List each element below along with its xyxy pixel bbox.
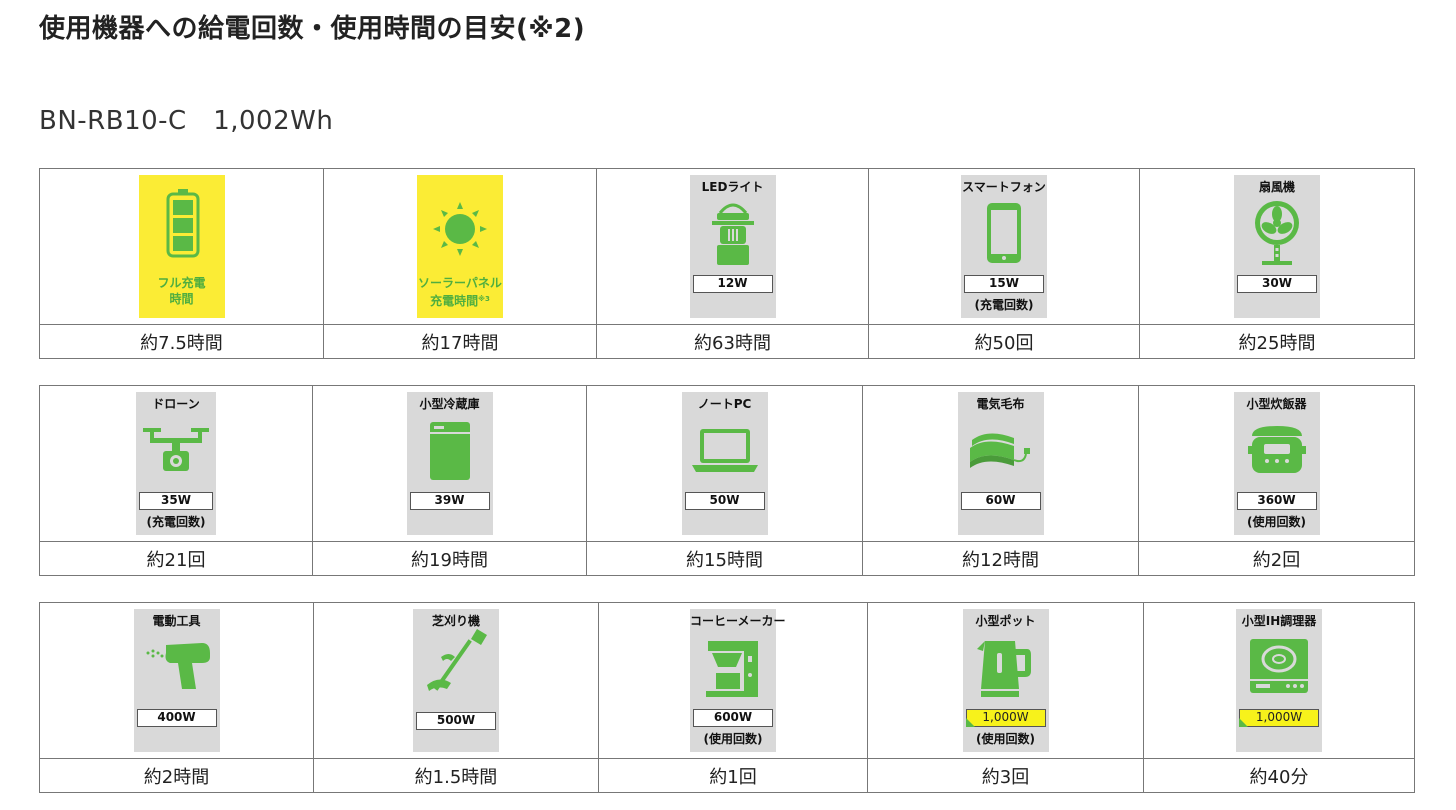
device-name: 電動工具: [152, 614, 201, 628]
device-value: 約19時間: [312, 541, 587, 576]
device-name: ドローン: [152, 397, 200, 411]
tile: フル充電 時間: [138, 175, 225, 318]
tile: 小型IH調理器 1,000W: [1236, 609, 1322, 752]
device-card-ih: 小型IH調理器 1,000W: [1143, 602, 1415, 759]
model-capacity: BN-RB10-C 1,002Wh: [39, 106, 334, 136]
usage-note: (使用回数): [703, 732, 763, 746]
device-name: 小型ポット: [975, 614, 1036, 628]
tile: 小型冷蔵庫 39W: [406, 392, 493, 535]
wattage: 600W: [693, 709, 773, 727]
wattage: 60W: [960, 492, 1041, 510]
device-value: 約63時間: [596, 324, 869, 359]
wattage: 1,000W: [965, 709, 1046, 727]
fan-icon: [1255, 201, 1299, 265]
device-card-led-light: LEDライト 12W: [596, 168, 869, 325]
device-card-coffee: コーヒーメーカー 600W (使用回数): [598, 602, 868, 759]
device-name: 小型IH調理器: [1241, 614, 1317, 628]
device-value: 約7.5時間: [39, 324, 324, 359]
drone-icon: [143, 428, 209, 471]
tile: スマートフォン 15W (充電回数): [961, 175, 1047, 318]
device-name: スマートフォン: [962, 180, 1046, 194]
usage-note: (使用回数): [1247, 515, 1306, 529]
wattage: 500W: [416, 712, 496, 730]
wattage: 1,000W: [1239, 709, 1319, 727]
device-card-kettle: 小型ポット 1,000W (使用回数): [867, 602, 1144, 759]
device-value: 約40分: [1143, 758, 1415, 793]
tile-caption: フル充電 時間: [157, 276, 206, 306]
wattage: 400W: [136, 709, 217, 727]
device-value: 約12時間: [862, 541, 1139, 576]
usage-note: (使用回数): [976, 732, 1035, 746]
drill-icon: [146, 643, 210, 689]
kettle-icon: [976, 641, 1031, 697]
device-value: 約2回: [1138, 541, 1415, 576]
ih-cooker-icon: [1250, 639, 1308, 693]
device-value: 約2時間: [39, 758, 314, 793]
usage-note: (充電回数): [146, 515, 206, 529]
device-name: 電気毛布: [976, 397, 1025, 411]
device-card-drone: ドローン 35W (充電回数): [39, 385, 313, 542]
device-card-laptop: ノートPC 50W: [586, 385, 863, 542]
smartphone-icon: [987, 203, 1021, 263]
tile: ドローン 35W (充電回数): [136, 392, 216, 535]
device-value: 約3回: [867, 758, 1144, 793]
device-card-fan: 扇風機 30W: [1139, 168, 1415, 325]
device-card-trimmer: 芝刈り機 500W: [313, 602, 599, 759]
tile-caption: ソーラーパネル 充電時間※3: [418, 276, 502, 308]
wattage: 12W: [692, 275, 773, 293]
page-title: 使用機器への給電回数・使用時間の目安(※2): [39, 14, 586, 44]
device-name: 小型炊飯器: [1246, 397, 1307, 411]
tile: 小型ポット 1,000W (使用回数): [962, 609, 1049, 752]
device-card-full-charge: フル充電 時間: [39, 168, 324, 325]
tile: ソーラーパネル 充電時間※3: [417, 175, 503, 318]
wattage: 360W: [1236, 492, 1317, 510]
device-table-row-3: 電動工具 400W 芝刈り機 500W コーヒーメーカー 600W (使用回数)…: [39, 602, 1415, 793]
wattage: 15W: [964, 275, 1044, 293]
device-value: 約21回: [39, 541, 313, 576]
wattage: 35W: [139, 492, 213, 510]
tile: ノートPC 50W: [681, 392, 768, 535]
device-name: 小型冷蔵庫: [419, 397, 480, 411]
device-card-smartphone: スマートフォン 15W (充電回数): [868, 168, 1140, 325]
device-name: 扇風機: [1258, 180, 1295, 194]
lantern-icon: [711, 203, 754, 265]
fridge-icon: [429, 422, 470, 480]
usage-note: (充電回数): [974, 298, 1034, 312]
laptop-icon: [691, 429, 758, 472]
tile: 小型炊飯器 360W (使用回数): [1233, 392, 1320, 535]
device-value: 約1回: [598, 758, 868, 793]
coffee-maker-icon: [706, 641, 758, 697]
device-card-blanket: 電気毛布 60W: [862, 385, 1139, 542]
battery-icon: [166, 189, 199, 258]
tile: 扇風機 30W: [1234, 175, 1320, 318]
device-card-rice-cooker: 小型炊飯器 360W (使用回数): [1138, 385, 1415, 542]
device-value: 約50回: [868, 324, 1140, 359]
electric-blanket-icon: [969, 433, 1030, 468]
device-value: 約17時間: [323, 324, 597, 359]
wattage: 50W: [684, 492, 765, 510]
device-table-row-1: フル充電 時間 ソーラーパネル 充電時間※3 LEDライト 12W スマートフォ…: [39, 168, 1415, 359]
device-name: LEDライト: [701, 180, 764, 194]
device-value: 約15時間: [586, 541, 863, 576]
wattage: 39W: [409, 492, 490, 510]
device-card-fridge: 小型冷蔵庫 39W: [312, 385, 587, 542]
device-name: ノートPC: [697, 397, 752, 411]
tile: 芝刈り機 500W: [413, 609, 499, 752]
tile: 電気毛布 60W: [957, 392, 1044, 535]
grass-trimmer-icon: [427, 629, 487, 691]
wattage: 30W: [1237, 275, 1317, 293]
device-value: 約25時間: [1139, 324, 1415, 359]
tile: 電動工具 400W: [133, 609, 220, 752]
device-table-row-2: ドローン 35W (充電回数) 小型冷蔵庫 39W ノートPC 50W 電気毛布…: [39, 385, 1415, 576]
device-value: 約1.5時間: [313, 758, 599, 793]
rice-cooker-icon: [1247, 426, 1306, 473]
tile: コーヒーメーカー 600W (使用回数): [690, 609, 786, 752]
sun-icon: [433, 202, 487, 256]
device-card-power-tool: 電動工具 400W: [39, 602, 314, 759]
tile: LEDライト 12W: [689, 175, 776, 318]
device-name: コーヒーメーカー: [690, 614, 786, 628]
device-card-solar: ソーラーパネル 充電時間※3: [323, 168, 597, 325]
